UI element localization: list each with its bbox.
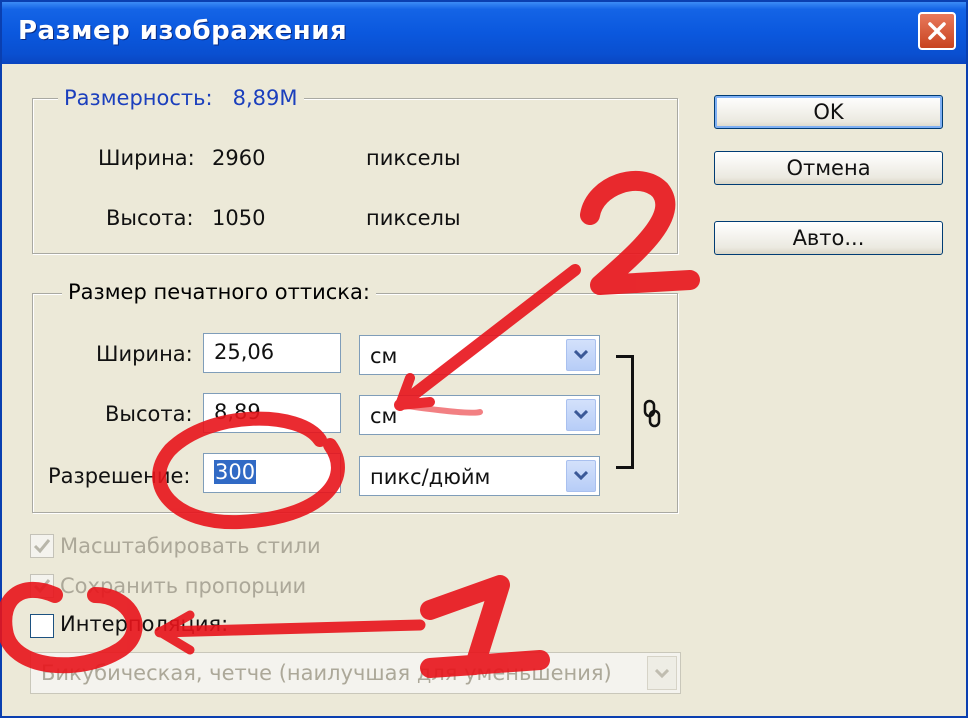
- ok-button[interactable]: OK: [714, 95, 943, 129]
- auto-button[interactable]: Авто...: [714, 221, 943, 255]
- title-bar[interactable]: Размер изображения: [2, 2, 966, 64]
- scale-styles-checkbox[interactable]: [30, 534, 54, 558]
- resample-checkbox[interactable]: [30, 614, 54, 638]
- image-size-dialog: Размер изображения Размерность: 8,89M Ши…: [0, 0, 968, 718]
- cancel-button[interactable]: Отмена: [714, 151, 943, 185]
- close-icon: [928, 22, 946, 40]
- doc-height-unit: см: [370, 404, 398, 428]
- pixel-width-value: 2960: [212, 146, 266, 170]
- dropdown-button[interactable]: [647, 656, 677, 690]
- dropdown-button[interactable]: [566, 460, 596, 492]
- pixel-dimensions-group: [32, 98, 678, 254]
- resample-method-value: Бикубическая, четче (наилучшая для умень…: [41, 661, 612, 685]
- chevron-down-icon: [574, 410, 588, 420]
- dropdown-button[interactable]: [566, 399, 596, 431]
- chevron-down-icon: [655, 669, 669, 679]
- constrain-link-bracket: [616, 355, 634, 469]
- pixel-dimensions-value: 8,89M: [232, 86, 298, 110]
- dropdown-button[interactable]: [566, 339, 596, 371]
- scale-styles-label: Масштабировать стили: [60, 534, 321, 558]
- pixel-height-label: Высота:: [106, 206, 194, 230]
- resolution-label: Разрешение:: [48, 464, 191, 488]
- doc-height-input[interactable]: 8,89: [203, 393, 341, 433]
- checkmark-icon: [33, 579, 51, 594]
- resample-label: Интерполяция:: [60, 612, 229, 636]
- pixel-height-value: 1050: [212, 206, 266, 230]
- doc-width-input[interactable]: 25,06: [203, 333, 341, 373]
- document-size-label: Размер печатного оттиска:: [62, 280, 376, 304]
- chain-link-icon: [643, 399, 661, 428]
- dialog-title: Размер изображения: [18, 16, 348, 46]
- chevron-down-icon: [574, 350, 588, 360]
- resolution-unit-select[interactable]: пикс/дюйм: [359, 456, 600, 496]
- constrain-proportions-checkbox[interactable]: [30, 574, 54, 598]
- doc-width-unit: см: [370, 344, 398, 368]
- doc-height-unit-select[interactable]: см: [359, 395, 600, 435]
- doc-width-unit-select[interactable]: см: [359, 335, 600, 375]
- chevron-down-icon: [574, 471, 588, 481]
- pixel-dimensions-label: Размерность: 8,89M: [58, 86, 304, 110]
- constrain-proportions-label: Сохранить пропорции: [60, 574, 307, 598]
- checkmark-icon: [33, 539, 51, 554]
- resample-method-select[interactable]: Бикубическая, четче (наилучшая для умень…: [30, 652, 681, 694]
- pixel-width-label: Ширина:: [98, 146, 195, 170]
- pixel-width-unit: пикселы: [366, 146, 461, 170]
- resolution-unit: пикс/дюйм: [370, 465, 491, 489]
- doc-width-label: Ширина:: [96, 342, 193, 366]
- pixel-height-unit: пикселы: [366, 206, 461, 230]
- close-button[interactable]: [918, 12, 956, 50]
- resolution-input[interactable]: 300: [203, 453, 341, 493]
- doc-height-label: Высота:: [105, 402, 193, 426]
